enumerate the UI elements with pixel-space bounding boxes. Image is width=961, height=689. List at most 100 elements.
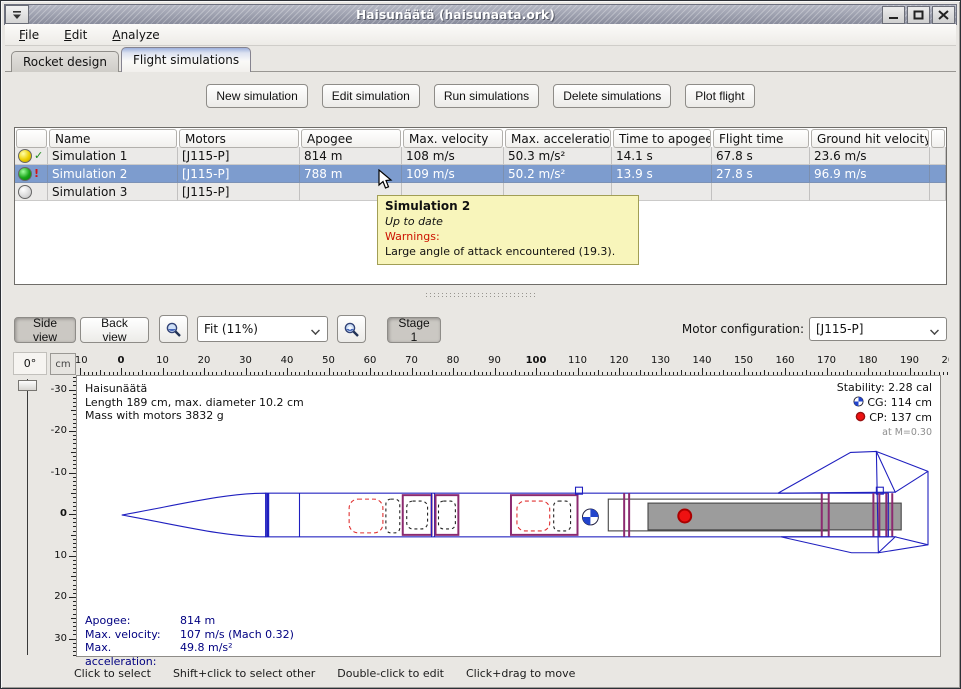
column-header-ground-hit-velocity[interactable]: Ground hit velocity [810, 128, 930, 147]
cell-spacer [930, 183, 946, 201]
tab-rocket-design[interactable]: Rocket design [11, 51, 119, 72]
zoom-out-button[interactable] [159, 315, 188, 343]
zoom-level-value: Fit (11%) [204, 322, 258, 336]
cp-marker [678, 510, 691, 523]
ruler-tick [204, 368, 205, 375]
ruler-label: 170 [812, 355, 842, 366]
zoom-level-select[interactable]: Fit (11%) [197, 316, 328, 342]
horizontal-ruler: -100102030405060708090100110120130140150… [76, 353, 949, 375]
hint-shift-click: Shift+click to select other [173, 667, 315, 680]
ruler-label: 10 [148, 355, 178, 366]
hint-click-select: Click to select [74, 667, 151, 680]
zoom-in-button[interactable] [337, 315, 366, 343]
nose-cone[interactable] [122, 493, 266, 537]
cell-motors: [J115-P] [178, 165, 300, 183]
ruler-tick [329, 368, 330, 375]
ruler-tick [412, 368, 413, 375]
new-simulation-button[interactable]: New simulation [206, 84, 307, 108]
column-header-motors[interactable]: Motors [178, 128, 300, 147]
column-header-spacer [930, 128, 946, 147]
status-bar: Click to select Shift+click to select ot… [1, 662, 960, 685]
ruler-label: 160 [770, 355, 800, 366]
column-header-name[interactable]: Name [48, 128, 178, 147]
tab-flight-simulations[interactable]: Flight simulations [121, 47, 251, 72]
mouse-cursor [378, 169, 393, 190]
menu-analyze[interactable]: Analyze [106, 26, 165, 44]
tooltip-status: Up to date [385, 214, 631, 229]
ruler-tick [495, 368, 496, 375]
close-button[interactable] [932, 6, 955, 24]
maximize-button[interactable] [907, 6, 930, 24]
cell-max-acceleration: 50.3 m/s² [504, 147, 612, 165]
ruler-tick [370, 368, 371, 375]
simulation-actions: New simulation Edit simulation Run simul… [1, 84, 960, 108]
ruler-tick [661, 368, 662, 375]
column-header-time-to-apogee[interactable]: Time to apogee [612, 128, 712, 147]
maximize-icon [913, 10, 924, 20]
ruler-tick [453, 368, 454, 375]
cell-motors: [J115-P] [178, 147, 300, 165]
minimize-button[interactable] [882, 6, 905, 24]
delete-simulations-button[interactable]: Delete simulations [553, 84, 671, 108]
cell-max-velocity: 109 m/s [402, 165, 504, 183]
split-divider[interactable] [426, 293, 536, 300]
cg-marker [582, 509, 598, 525]
motor-configuration-value: [J115-P] [816, 322, 863, 336]
ruler-label: 0 [50, 508, 67, 519]
column-header-max-acceleration[interactable]: Max. acceleration [504, 128, 612, 147]
window-title: Haisunäätä (haisunaata.ork) [29, 8, 882, 22]
row-status-cell: ✓ [15, 147, 48, 165]
ruler-label: 140 [687, 355, 717, 366]
ruler-label: 60 [355, 355, 385, 366]
cell-max-velocity: 108 m/s [402, 147, 504, 165]
ruler-tick [619, 368, 620, 375]
back-view-button[interactable]: Back view [80, 316, 149, 342]
ruler-label: 90 [480, 355, 510, 366]
motor-configuration-select[interactable]: [J115-P] [809, 317, 947, 341]
tab-flight-simulations-label: Flight simulations [133, 53, 239, 67]
rotation-slider-track[interactable] [27, 379, 28, 655]
motor-configuration-label: Motor configuration: [661, 322, 804, 336]
window-menu-button[interactable] [5, 5, 29, 24]
ruler-tick [69, 556, 76, 557]
column-header-status[interactable] [15, 128, 48, 147]
plot-flight-button[interactable]: Plot flight [685, 84, 754, 108]
tab-bar: Rocket design Flight simulations [11, 47, 253, 72]
status-mark-icon: ! [34, 168, 39, 180]
cell-ground-hit-velocity: 23.6 m/s [810, 147, 930, 165]
ruler-label: 70 [397, 355, 427, 366]
chevron-down-icon [930, 325, 939, 334]
ruler-label: 80 [438, 355, 468, 366]
window-menu-icon [10, 9, 24, 21]
run-simulations-button[interactable]: Run simulations [434, 84, 539, 108]
side-view-button[interactable]: Side view [14, 316, 76, 342]
rocket-diagram[interactable] [77, 376, 940, 656]
cell-time-to-apogee: 14.1 s [612, 147, 712, 165]
ruler-label: 150 [729, 355, 759, 366]
column-header-flight-time[interactable]: Flight time [712, 128, 810, 147]
ruler-label: 190 [895, 355, 925, 366]
ruler-label: -10 [50, 467, 67, 478]
cell-max-acceleration: 50.2 m/s² [504, 165, 612, 183]
ruler-tick [785, 368, 786, 375]
ruler-label: 120 [604, 355, 634, 366]
rocket-canvas[interactable]: Haisunäätä Length 189 cm, max. diameter … [76, 375, 941, 657]
ruler-tick [69, 431, 76, 432]
edit-simulation-button[interactable]: Edit simulation [322, 84, 420, 108]
table-row[interactable]: ! Simulation 2 [J115-P] 788 m 109 m/s 50… [15, 165, 946, 183]
menu-file[interactable]: File [13, 26, 45, 44]
ruler-tick [947, 372, 948, 375]
window-buttons [882, 6, 955, 24]
tab-rocket-design-label: Rocket design [23, 55, 107, 69]
table-row[interactable]: ✓ Simulation 1 [J115-P] 814 m 108 m/s 50… [15, 147, 946, 165]
column-header-apogee[interactable]: Apogee [300, 128, 402, 147]
ruler-label: 10 [50, 550, 67, 561]
ruler-tick [69, 473, 76, 474]
ruler-label: -10 [76, 355, 95, 366]
stage-toggle-button[interactable]: Stage 1 [387, 316, 441, 342]
rotation-slider-handle[interactable] [18, 380, 37, 391]
ruler-label: 20 [189, 355, 219, 366]
chevron-down-icon [311, 325, 320, 334]
column-header-max-velocity[interactable]: Max. velocity [402, 128, 504, 147]
menu-edit[interactable]: Edit [58, 26, 93, 44]
